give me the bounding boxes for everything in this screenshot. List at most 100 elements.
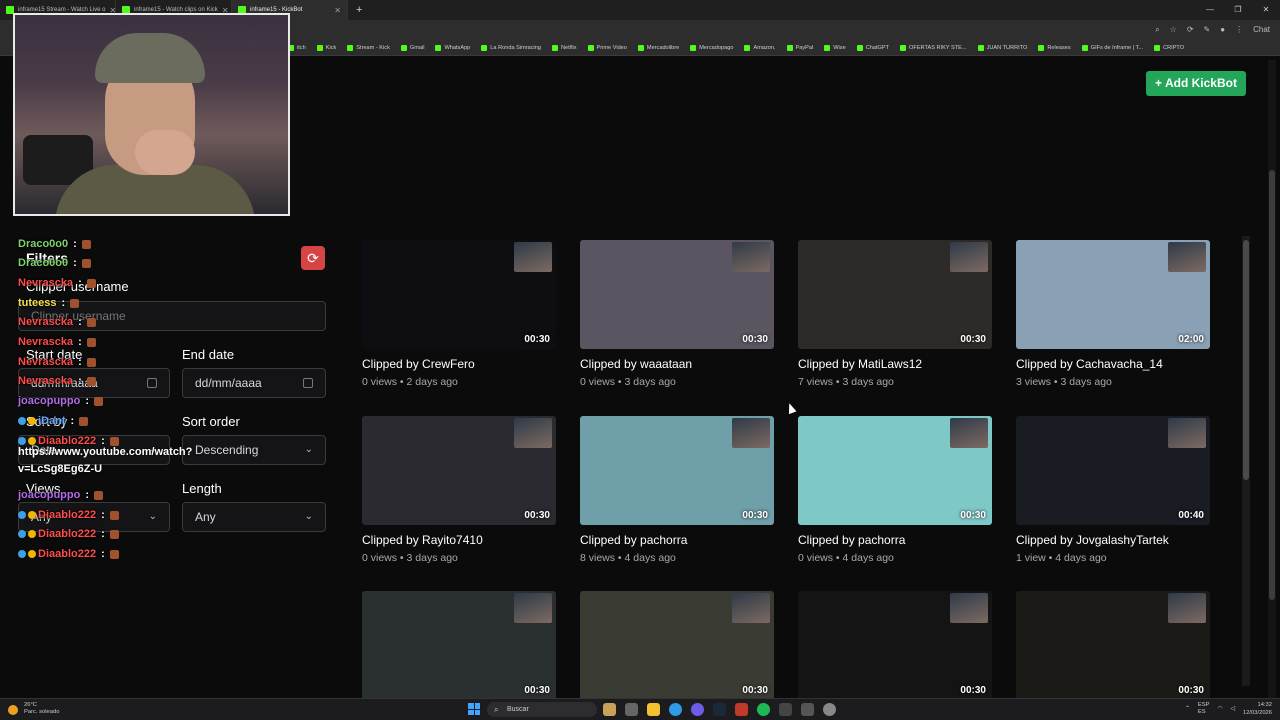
bookmark-item[interactable]: JUAN TURRITO (977, 44, 1027, 51)
app-icon[interactable] (779, 703, 792, 716)
volume-icon[interactable]: ◁ (1231, 706, 1235, 712)
clip-card[interactable]: 00:30 Clipped by CrewFero 0 views • 2 days… (362, 240, 556, 388)
calendar-icon[interactable] (147, 378, 157, 388)
task-view-icon[interactable] (625, 703, 638, 716)
clip-thumbnail[interactable]: 00:30 (362, 416, 556, 525)
badge-icon (28, 511, 36, 519)
bookmark-star-icon[interactable]: ☆ (1170, 20, 1177, 40)
minimize-button[interactable]: — (1196, 0, 1224, 20)
clip-clipper[interactable]: Clipped by waaataan (580, 357, 774, 371)
add-kickbot-button[interactable]: + Add KickBot (1146, 71, 1246, 96)
bookmark-item[interactable]: Mercadopago (690, 44, 733, 51)
refresh-button[interactable]: ⟳ (301, 246, 325, 270)
page-scroll-thumb[interactable] (1269, 170, 1275, 600)
bookmark-item[interactable]: GIFs de Inframe | T... (1081, 44, 1143, 51)
edge-icon[interactable] (669, 703, 682, 716)
tray-chevron-icon[interactable]: ⌃ (1185, 706, 1190, 712)
maximize-button[interactable]: ❐ (1224, 0, 1252, 20)
chat-message: Nevrascka: (18, 336, 96, 348)
widgets-icon[interactable] (603, 703, 616, 716)
clip-card[interactable]: 00:30 Clipped by pachorra 0 views • 4 days… (798, 416, 992, 564)
clip-card[interactable]: 00:30 Clipped by waaataan 0 views • 3 days… (580, 240, 774, 388)
bookmark-item[interactable]: Stream - Kick (347, 44, 390, 51)
clip-thumbnail[interactable]: 00:40 (1016, 416, 1210, 525)
clips-scrollbar[interactable] (1242, 236, 1250, 686)
new-tab-button[interactable]: + (348, 4, 370, 16)
windows-start-icon[interactable] (468, 703, 480, 715)
clip-card[interactable]: 00:30 (798, 591, 992, 700)
clock[interactable]: 14:32 12/03/2026 (1243, 701, 1272, 717)
close-tab-icon[interactable]: ✕ (334, 6, 341, 15)
clip-clipper[interactable]: Clipped by CrewFero (362, 357, 556, 371)
clip-thumbnail[interactable]: 00:30 (362, 240, 556, 349)
bookmark-item[interactable]: itch (288, 44, 306, 51)
clip-card[interactable]: 00:30 (1016, 591, 1210, 700)
app-icon[interactable] (735, 703, 748, 716)
end-date-input[interactable]: dd/mm/aaaa (182, 368, 326, 398)
zoom-icon[interactable]: ⌕ (1155, 20, 1159, 40)
clip-thumbnail[interactable]: 00:30 (798, 591, 992, 700)
bookmark-item[interactable]: La Ronda Simracing (481, 44, 541, 51)
clip-clipper[interactable]: Clipped by pachorra (798, 533, 992, 547)
chat-username: Diaablo222 (38, 528, 97, 540)
clip-thumbnail[interactable]: 00:30 (580, 591, 774, 700)
clip-card[interactable]: 00:30 Clipped by MatiLaws12 7 views • 3 da… (798, 240, 992, 388)
bookmark-item[interactable]: ChatGPT (856, 44, 889, 51)
clip-clipper[interactable]: Clipped by JovgalashyTartek (1016, 533, 1210, 547)
sort-order-select[interactable]: Descending ⌄ (182, 435, 326, 465)
taskbar-search[interactable]: ⌕ Buscar (487, 702, 597, 717)
clip-card[interactable]: 02:00 Clipped by Cachavacha_14 3 views • 3… (1016, 240, 1210, 388)
bookmark-item[interactable]: Wise (824, 44, 846, 51)
bookmark-item[interactable]: PayPal (786, 44, 813, 51)
reload-icon[interactable]: ⟳ (1187, 20, 1194, 40)
spotify-icon[interactable] (757, 703, 770, 716)
app-icon[interactable] (801, 703, 814, 716)
extension-icon[interactable]: ✎ (1204, 20, 1211, 40)
steam-icon[interactable] (713, 703, 726, 716)
file-explorer-icon[interactable] (647, 703, 660, 716)
clip-thumbnail[interactable]: 00:30 (798, 240, 992, 349)
bookmark-item[interactable]: Netflix (551, 44, 577, 51)
clip-thumbnail[interactable]: 00:30 (580, 416, 774, 525)
bookmark-item[interactable]: Releases (1038, 44, 1071, 51)
language-indicator[interactable]: ESP ES (1198, 702, 1210, 716)
discord-icon[interactable] (691, 703, 704, 716)
clip-thumbnail[interactable]: 00:30 (580, 240, 774, 349)
bookmark-item[interactable]: OFERTAS RIKY STE... (900, 44, 967, 51)
clip-card[interactable]: 00:30 Clipped by pachorra 8 views • 4 days… (580, 416, 774, 564)
weather-icon[interactable] (8, 705, 18, 715)
weather-widget[interactable]: 26°C Parc. soleado (24, 702, 59, 716)
clip-clipper[interactable]: Clipped by MatiLaws12 (798, 357, 992, 371)
settings-icon[interactable] (823, 703, 836, 716)
clips-scroll-thumb[interactable] (1243, 240, 1249, 480)
bookmark-item[interactable]: Kick (316, 44, 336, 51)
clip-clipper[interactable]: Clipped by pachorra (580, 533, 774, 547)
bookmark-item[interactable]: Prime Video (587, 44, 627, 51)
clip-thumbnail[interactable]: 02:00 (1016, 240, 1210, 349)
bookmark-favicon-icon (1154, 44, 1161, 51)
emote-icon (86, 337, 96, 347)
clip-thumbnail[interactable]: 00:30 (362, 591, 556, 700)
bookmark-item[interactable]: Amazon. (744, 44, 776, 51)
bookmark-item[interactable]: WhatsApp (435, 44, 470, 51)
clip-card[interactable]: 00:30 (580, 591, 774, 700)
bookmark-item[interactable]: CRIPTO (1154, 44, 1184, 51)
page-scrollbar[interactable] (1268, 60, 1276, 700)
calendar-icon[interactable] (303, 378, 313, 388)
clip-card[interactable]: 00:30 (362, 591, 556, 700)
bookmark-item[interactable]: Gmail (400, 44, 424, 51)
wifi-icon[interactable]: ◠ (1217, 706, 1222, 712)
length-select[interactable]: Any ⌄ (182, 502, 326, 532)
clip-thumbnail[interactable]: 00:30 (798, 416, 992, 525)
clip-clipper[interactable]: Clipped by Rayito7410 (362, 533, 556, 547)
profile-avatar-icon[interactable]: ● (1220, 20, 1225, 40)
clip-thumbnail[interactable]: 00:30 (1016, 591, 1210, 700)
bookmark-item[interactable]: Mercadolibre (637, 44, 679, 51)
clip-card[interactable]: 00:30 Clipped by Rayito7410 0 views • 3 da… (362, 416, 556, 564)
clip-clipper[interactable]: Clipped by Cachavacha_14 (1016, 357, 1210, 371)
menu-icon[interactable]: ⋮ (1235, 20, 1243, 40)
chat-username: Nevrascka (18, 316, 74, 328)
close-window-button[interactable]: ✕ (1252, 0, 1280, 20)
clip-card[interactable]: 00:40 Clipped by JovgalashyTartek 1 view •… (1016, 416, 1210, 564)
chat-button[interactable]: Chat (1253, 20, 1270, 40)
